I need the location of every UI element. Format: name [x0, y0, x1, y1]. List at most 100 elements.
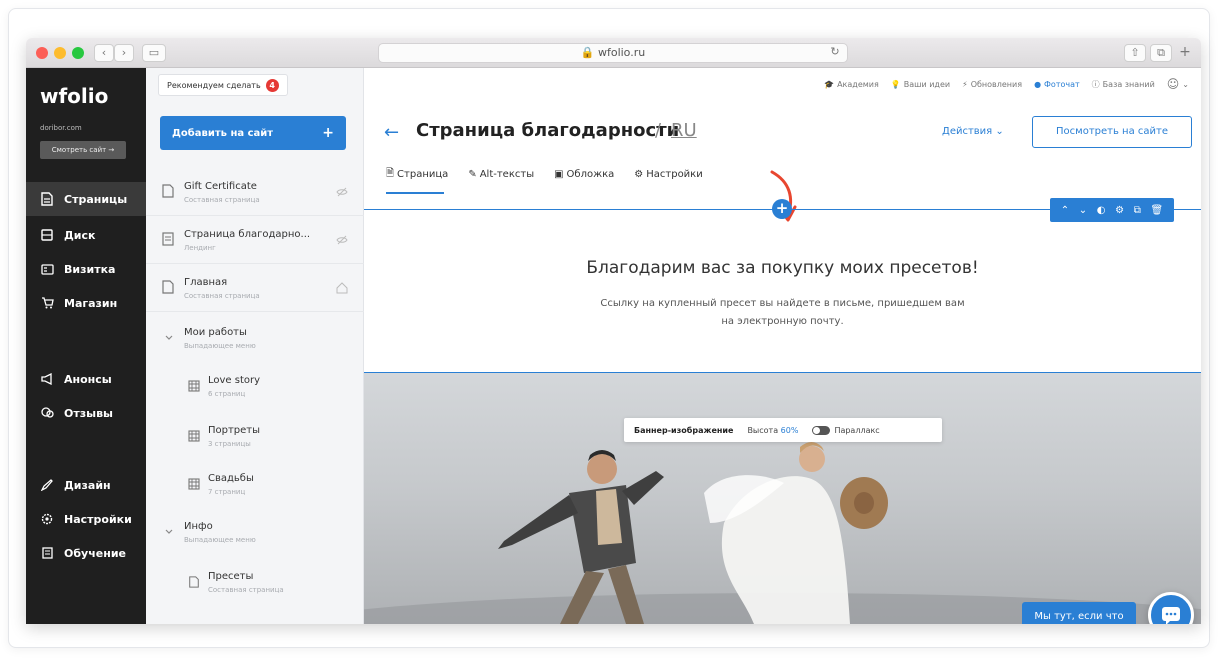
- hidden-eye-icon[interactable]: [336, 234, 348, 246]
- gallery-icon: [188, 478, 200, 490]
- image-icon: ▣: [554, 169, 564, 180]
- page-row-home[interactable]: Главная Составная страница: [146, 264, 364, 312]
- group-row-info[interactable]: Инфо Выпадающее меню: [146, 508, 364, 556]
- chat-message-bubble[interactable]: Мы тут, если что: [1022, 602, 1136, 624]
- height-control[interactable]: Высота 60%: [747, 426, 798, 435]
- book-icon: [40, 546, 54, 560]
- sidebar-item-pages[interactable]: Страницы: [26, 182, 146, 216]
- actions-dropdown[interactable]: Действия ⌄: [942, 126, 1004, 137]
- card-icon: [40, 262, 54, 276]
- sidebar-item-label: Настройки: [64, 512, 132, 526]
- block-toolbar: ⌃ ⌄ ◐ ⚙ ⧉ 🗑: [1050, 198, 1174, 222]
- reload-icon[interactable]: ↻: [826, 44, 844, 62]
- sidebar-item-label: Диск: [64, 228, 96, 242]
- sidebar-toggle-icon[interactable]: ▭: [142, 44, 166, 62]
- topnav-ideas-label: Ваши идеи: [903, 79, 951, 89]
- sub-row-portraits[interactable]: Портреты 3 страницы: [146, 412, 364, 460]
- tab-cover[interactable]: ▣ Обложка: [554, 166, 614, 183]
- view-on-site-button[interactable]: Посмотреть на сайте: [1032, 116, 1192, 148]
- sub-row-weddings[interactable]: Свадьбы 7 страниц: [146, 460, 364, 508]
- gear-icon: [40, 512, 54, 526]
- settings-icon[interactable]: ⚙: [1115, 205, 1124, 216]
- academy-icon: 🎓: [824, 79, 835, 89]
- tab-settings[interactable]: ⚙ Настройки: [634, 166, 702, 183]
- parallax-label: Параллакс: [834, 425, 880, 435]
- main-editor: 🎓 Академия 💡 Ваши идеи ⚡ Обновления ● Фоточа…: [364, 68, 1201, 624]
- tabs-icon[interactable]: ⧉: [1150, 44, 1172, 62]
- page-type: Лендинг: [184, 244, 216, 252]
- banner-settings-bar: Баннер-изображение Высота 60% Параллакс: [624, 418, 942, 442]
- copy-icon[interactable]: ⧉: [1134, 205, 1141, 216]
- topnav-academy[interactable]: 🎓 Академия: [824, 80, 879, 89]
- add-to-site-label: Добавить на сайт: [172, 127, 274, 139]
- help-icon: ⓘ: [1091, 79, 1100, 89]
- back-nav-button[interactable]: ‹: [94, 44, 114, 62]
- sub-count: 7 страниц: [208, 488, 246, 496]
- sub-row-presets[interactable]: Пресеты Составная страница: [146, 558, 364, 606]
- home-icon: [336, 282, 348, 294]
- topnav-photochat-label: Фоточат: [1044, 79, 1080, 89]
- banner-image[interactable]: [364, 373, 1201, 624]
- gear-icon: ⚙: [634, 169, 644, 180]
- close-window-button[interactable]: [36, 47, 48, 59]
- sidebar-item-shop[interactable]: Магазин: [26, 286, 146, 320]
- sidebar-item-learning[interactable]: Обучение: [26, 536, 146, 570]
- minimize-window-button[interactable]: [54, 47, 66, 59]
- page-type: Составная страница: [184, 292, 260, 300]
- move-down-icon[interactable]: ⌄: [1079, 205, 1087, 216]
- page-icon: [40, 192, 54, 206]
- page-title: Главная: [184, 277, 228, 288]
- sub-count: 6 страниц: [208, 390, 246, 398]
- lightning-icon: ⚡: [962, 79, 968, 89]
- forward-nav-button[interactable]: ›: [114, 44, 134, 62]
- sidebar-item-design[interactable]: Дизайн: [26, 468, 146, 502]
- tab-label: Страница: [397, 169, 449, 180]
- topnav-updates[interactable]: ⚡ Обновления: [962, 80, 1022, 89]
- cart-icon: [40, 296, 54, 310]
- chat-button[interactable]: [1148, 592, 1194, 624]
- language-link[interactable]: RU: [671, 120, 697, 141]
- sub-row-love-story[interactable]: Love story 6 страниц: [146, 362, 364, 410]
- topnav-photochat[interactable]: ● Фоточат: [1034, 80, 1080, 89]
- chat-icon: [1162, 607, 1180, 624]
- lang-separator: /: [655, 120, 662, 141]
- page-icon: [162, 184, 174, 198]
- sidebar-item-label: Дизайн: [64, 478, 111, 492]
- sidebar-item-disk[interactable]: Диск: [26, 218, 146, 252]
- hidden-eye-icon[interactable]: [336, 186, 348, 198]
- sidebar-item-reviews[interactable]: Отзывы: [26, 396, 146, 430]
- user-menu[interactable]: ☺ ⌄: [1167, 77, 1189, 91]
- tab-page[interactable]: 🗎 Страница: [386, 166, 448, 183]
- back-arrow-icon[interactable]: ←: [384, 122, 399, 143]
- topnav-ideas[interactable]: 💡 Ваши идеи: [891, 80, 950, 89]
- recommend-count-badge: 4: [265, 78, 279, 92]
- sidebar-item-settings[interactable]: Настройки: [26, 502, 146, 536]
- chevron-down-icon: [165, 529, 173, 534]
- chevron-down-icon: [165, 335, 173, 340]
- add-block-button[interactable]: +: [772, 199, 792, 219]
- sidebar-item-card[interactable]: Визитка: [26, 252, 146, 286]
- move-up-icon[interactable]: ⌃: [1061, 205, 1069, 216]
- sidebar-item-announcements[interactable]: Анонсы: [26, 362, 146, 396]
- palette-icon[interactable]: ◐: [1097, 205, 1106, 216]
- topnav-kb[interactable]: ⓘ База знаний: [1092, 79, 1155, 90]
- page-row-thanks[interactable]: Страница благодарно... Лендинг: [146, 216, 364, 264]
- sub-title: Свадьбы: [208, 473, 254, 484]
- share-icon[interactable]: ⇧: [1124, 44, 1146, 62]
- page-row-gift[interactable]: Gift Certificate Составная страница: [146, 168, 364, 216]
- new-tab-icon[interactable]: +: [1176, 44, 1194, 62]
- url-bar[interactable]: 🔒 wfolio.ru: [378, 43, 848, 63]
- topnav-academy-label: Академия: [837, 79, 879, 89]
- tab-alt-texts[interactable]: ✎ Alt-тексты: [468, 166, 534, 183]
- maximize-window-button[interactable]: [72, 47, 84, 59]
- sub-count: Составная страница: [208, 586, 284, 594]
- couple-photo: [364, 442, 1201, 624]
- trash-icon[interactable]: 🗑: [1150, 205, 1163, 216]
- group-row-works[interactable]: Мои работы Выпадающее меню: [146, 314, 364, 362]
- page-type: Составная страница: [184, 196, 260, 204]
- parallax-toggle[interactable]: Параллакс: [812, 425, 880, 435]
- brush-icon: [40, 478, 54, 492]
- recommend-button[interactable]: Рекомендуем сделать 4: [158, 74, 288, 96]
- add-to-site-button[interactable]: Добавить на сайт +: [160, 116, 346, 150]
- view-site-button[interactable]: Смотреть сайт →: [40, 141, 126, 159]
